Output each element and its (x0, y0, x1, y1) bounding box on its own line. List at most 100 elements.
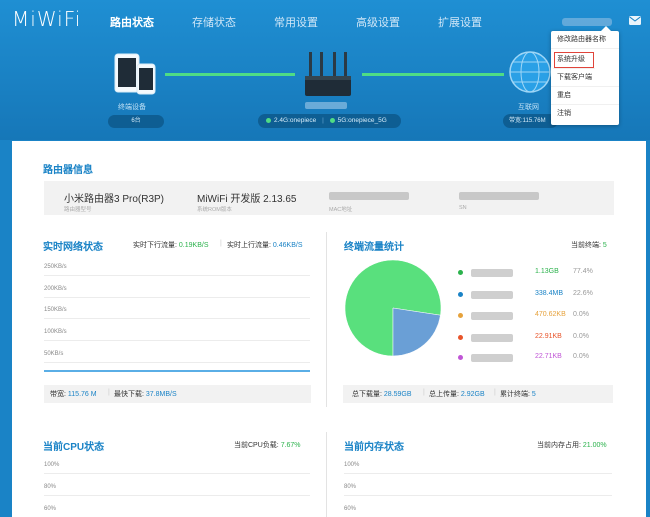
memory-usage-value: 21.00% (582, 442, 607, 449)
sn-label: SN (459, 205, 467, 211)
memory-status-title: 当前内存状态 (344, 442, 404, 453)
legend-dot (458, 355, 463, 360)
terminal-name-redacted[interactable] (471, 269, 513, 277)
router-icon[interactable] (303, 50, 353, 100)
memory-usage-label: 当前内存占用: (537, 442, 581, 449)
total-download-info: 总下载量: 28.59GB (352, 389, 412, 399)
network-tick-200: 200KB/s (44, 286, 67, 292)
wifi-status: 2.4G:onepiece | 5G:onepiece_5G (258, 114, 401, 128)
total-download-label: 总下载量: (352, 391, 382, 398)
devices-icon[interactable] (113, 52, 159, 96)
bandwidth-value: 115.76 M (67, 391, 97, 398)
cpu-load: 当前CPU负载: 7.67% (234, 440, 301, 450)
terminal-traffic-percent: 22.6% (573, 290, 593, 297)
nav-common-settings[interactable]: 常用设置 (274, 14, 318, 30)
link-router-internet (362, 73, 504, 76)
mac-address-redacted (329, 192, 409, 200)
memory-tick-100: 100% (344, 462, 360, 468)
current-terminals: 当前终端: 5 (571, 240, 607, 250)
globe-icon[interactable] (508, 50, 552, 94)
main-nav: 路由状态 存储状态 常用设置 高级设置 扩展设置 (110, 14, 520, 30)
footer-separator: | (108, 389, 110, 396)
menu-download-client[interactable]: 下载客户端 (551, 69, 619, 87)
rate-separator: | (220, 240, 222, 247)
nav-advanced-settings[interactable]: 高级设置 (356, 14, 400, 30)
router-name-redacted (305, 102, 347, 109)
download-rate-label: 实时下行流量: (133, 242, 177, 249)
nav-storage-status[interactable]: 存储状态 (192, 14, 236, 30)
cpu-tick-100: 100% (44, 462, 60, 468)
internet-bandwidth: 带宽:115.76M (503, 114, 558, 128)
router-model-label: 路由器型号 (64, 207, 92, 213)
grid-line (44, 275, 310, 276)
grid-line (44, 495, 310, 496)
grid-line (344, 473, 612, 474)
nav-extension-settings[interactable]: 扩展设置 (438, 14, 482, 30)
pie-slice-minor (392, 307, 441, 357)
current-terminals-label: 当前终端: (571, 242, 601, 249)
mail-icon[interactable] (629, 16, 641, 25)
user-name-redacted[interactable] (562, 18, 612, 26)
grid-line (44, 362, 310, 363)
total-terminals-label: 累计终端: (500, 391, 530, 398)
upload-rate-label: 实时上行流量: (227, 242, 271, 249)
terminal-traffic-value: 470.62KB (535, 311, 566, 318)
total-terminals-value: 5 (531, 391, 536, 398)
mac-address-label: MAC地址 (329, 207, 353, 213)
footer-separator: | (494, 389, 496, 396)
nav-router-status[interactable]: 路由状态 (110, 14, 154, 30)
footer-separator: | (423, 389, 425, 396)
rom-version-value: MiWiFi 开发版 2.13.65 (197, 194, 297, 205)
grid-line (344, 495, 612, 496)
upload-rate: 实时上行流量: 0.46KB/S (227, 240, 302, 250)
wifi-5-status-dot (329, 117, 335, 123)
menu-rename-router[interactable]: 修改路由器名称 (551, 31, 619, 49)
total-upload-info: 总上传量: 2.92GB (429, 389, 485, 399)
cpu-load-value: 7.67% (280, 442, 301, 449)
legend-dot (458, 313, 463, 318)
network-tick-150: 150KB/s (44, 307, 67, 313)
wifi-24-status-dot (266, 117, 271, 123)
grid-line (44, 318, 310, 319)
terminal-name-redacted[interactable] (471, 334, 513, 342)
terminal-name-redacted[interactable] (471, 312, 513, 320)
router-model-value: 小米路由器3 Pro(R3P) (64, 194, 165, 205)
column-divider (326, 432, 327, 517)
terminal-name-redacted[interactable] (471, 291, 513, 299)
devices-label: 终端设备 (118, 104, 146, 111)
total-upload-value: 2.92GB (460, 391, 485, 398)
terminal-traffic-value: 22.71KB (535, 353, 562, 360)
wifi-5-name: 5G:onepiece_5G (337, 117, 387, 124)
terminal-traffic-pie (344, 259, 442, 357)
menu-system-upgrade[interactable]: 系统升级 (553, 51, 595, 69)
terminal-traffic-percent: 77.4% (573, 268, 593, 275)
grid-line (44, 340, 310, 341)
wifi-24-name: 2.4G:onepiece (274, 117, 317, 124)
sn-redacted (459, 192, 539, 200)
current-terminals-value: 5 (602, 242, 607, 249)
network-traffic-line (44, 370, 310, 372)
memory-usage: 当前内存占用: 21.00% (537, 440, 607, 450)
cpu-tick-80: 80% (44, 484, 57, 490)
menu-reboot[interactable]: 重启 (551, 87, 619, 105)
max-download-label: 最快下载: (114, 391, 144, 398)
grid-line (44, 473, 310, 474)
cpu-load-label: 当前CPU负载: (234, 442, 279, 449)
total-download-value: 28.59GB (383, 391, 412, 398)
router-info-title: 路由器信息 (43, 165, 93, 176)
terminal-name-redacted[interactable] (471, 354, 513, 362)
user-dropdown-menu: 修改路由器名称 系统升级 下载客户端 重启 注销 (551, 26, 619, 125)
legend-dot (458, 270, 463, 275)
bandwidth-info: 带宽: 115.76 M (50, 389, 97, 399)
terminal-traffic-title: 终端流量统计 (344, 242, 404, 253)
memory-tick-60: 60% (344, 506, 357, 512)
total-terminals-info: 累计终端: 5 (500, 389, 536, 399)
terminal-traffic-value: 1.13GB (535, 268, 559, 275)
internet-label: 互联网 (518, 104, 539, 111)
terminal-traffic-percent: 0.0% (573, 333, 589, 340)
total-upload-label: 总上传量: (429, 391, 459, 398)
link-devices-router (165, 73, 295, 76)
menu-logout[interactable]: 注销 (551, 105, 619, 123)
terminal-traffic-percent: 0.0% (573, 353, 589, 360)
terminal-traffic-value: 338.4MB (535, 290, 564, 297)
